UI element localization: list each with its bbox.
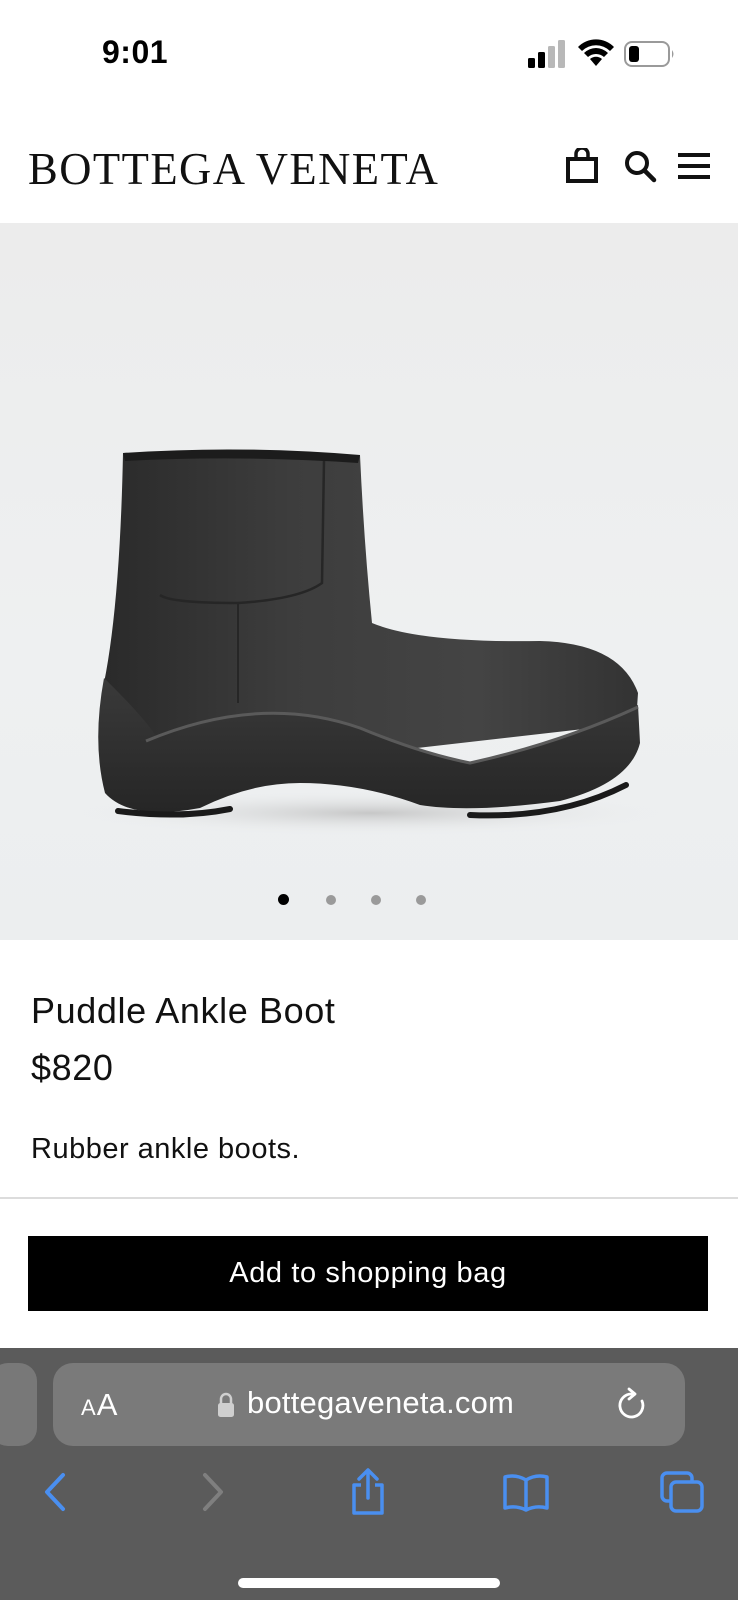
forward-icon[interactable]	[186, 1466, 238, 1518]
cellular-signal-icon	[528, 40, 565, 68]
reader-text-size-button[interactable]: AA	[81, 1387, 117, 1423]
carousel-dot-4[interactable]	[416, 895, 426, 905]
product-info: Puddle Ankle Boot $820 Rubber ankle boot…	[0, 940, 738, 1198]
product-image	[80, 449, 660, 835]
back-icon[interactable]	[30, 1466, 82, 1518]
search-icon[interactable]	[620, 146, 660, 186]
divider	[0, 1197, 738, 1199]
shopping-bag-icon[interactable]	[562, 146, 602, 186]
aa-small-label: A	[81, 1395, 96, 1420]
reload-icon[interactable]	[615, 1387, 649, 1423]
previous-tab-preview[interactable]	[0, 1363, 37, 1446]
brand-logo[interactable]: BOTTEGA VENETA	[28, 142, 439, 195]
carousel-dot-3[interactable]	[371, 895, 381, 905]
lock-icon	[218, 1392, 234, 1417]
carousel-indicator	[0, 890, 738, 910]
bookmarks-icon[interactable]	[500, 1466, 552, 1518]
carousel-dot-1[interactable]	[278, 894, 289, 905]
menu-icon[interactable]	[674, 146, 714, 186]
url-text[interactable]: bottegaveneta.com	[247, 1385, 514, 1421]
product-description: Rubber ankle boots.	[31, 1133, 301, 1165]
wifi-icon	[578, 39, 614, 66]
address-bar[interactable]: AA bottegaveneta.com	[53, 1363, 685, 1446]
add-to-bag-button[interactable]: Add to shopping bag	[28, 1236, 708, 1311]
aa-big-label: A	[96, 1387, 118, 1422]
product-price: $820	[31, 1047, 114, 1088]
site-header: BOTTEGA VENETA	[0, 110, 738, 223]
browser-toolbar: AA bottegaveneta.com	[0, 1348, 738, 1600]
status-time: 9:01	[102, 34, 169, 70]
battery-icon	[624, 41, 674, 67]
home-indicator	[238, 1578, 500, 1588]
product-gallery[interactable]	[0, 223, 738, 940]
status-bar: 9:01	[0, 0, 738, 110]
carousel-dot-2[interactable]	[326, 895, 336, 905]
share-icon[interactable]	[342, 1466, 394, 1518]
tabs-icon[interactable]	[656, 1466, 708, 1518]
product-name: Puddle Ankle Boot	[31, 990, 336, 1031]
